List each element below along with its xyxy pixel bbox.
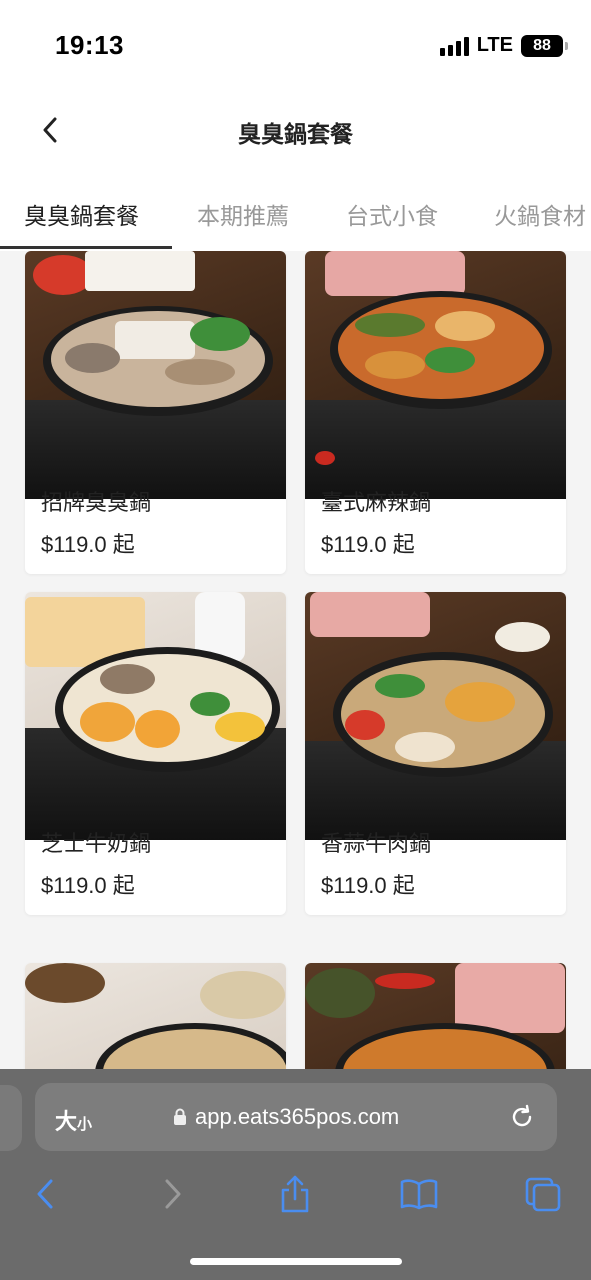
product-name: 芝士牛奶鍋 [41,831,152,856]
product-name: 香蒜牛肉鍋 [321,831,432,856]
browser-toolbar: 大小 app.eats365pos.com [0,1069,591,1280]
product-card[interactable]: 香蒜牛肉鍋 $119.0 起 [305,592,566,915]
reload-icon[interactable] [507,1102,537,1132]
status-time: 19:13 [55,30,124,60]
text-size-button[interactable]: 大小 [55,1104,92,1136]
browser-back-icon [37,1179,53,1209]
tabs-button[interactable] [518,1169,568,1219]
product-grid: 招牌臭臭鍋 $119.0 起 臺式麻辣鍋 $119.0 起 芝士牛奶鍋 $119… [0,251,591,1069]
tab-taiwanese-snacks[interactable]: 台式小食 [346,197,438,231]
product-price: $119.0 起 [321,532,415,557]
address-bar[interactable]: 大小 app.eats365pos.com [35,1083,557,1151]
product-card[interactable] [25,963,286,1069]
product-card[interactable] [305,963,566,1069]
product-image [25,251,286,499]
product-price: $119.0 起 [41,873,135,898]
product-price: $119.0 起 [321,873,415,898]
battery-level: 88 [533,36,551,54]
lock-icon [174,1108,186,1125]
previous-tab-preview[interactable] [0,1085,22,1151]
url-text: app.eats365pos.com [195,1104,400,1129]
product-image [305,251,566,499]
network-type: LTE [476,34,513,56]
product-image [305,963,566,1069]
tab-recommended[interactable]: 本期推薦 [197,197,289,231]
share-icon [281,1175,309,1213]
page-title: 臭臭鍋套餐 [238,121,353,147]
bookmarks-button[interactable] [394,1169,444,1219]
category-tabs: 臭臭鍋套餐 本期推薦 台式小食 火鍋食材 [0,185,591,251]
status-bar: 19:13 LTE 88 [0,0,591,90]
product-price: $119.0 起 [41,532,135,557]
browser-nav [0,1169,591,1219]
battery-icon: 88 [521,34,568,57]
status-indicators: LTE 88 [439,34,568,57]
page-header: 臭臭鍋套餐 [0,100,591,160]
signal-icon [439,36,469,56]
tabs-icon [525,1177,561,1212]
browser-forward-button[interactable] [148,1169,198,1219]
tab-hotpot-ingredients[interactable]: 火鍋食材 [494,197,586,231]
product-image [305,592,566,840]
browser-back-button[interactable] [20,1169,70,1219]
product-image [25,963,286,1069]
share-button[interactable] [270,1169,320,1219]
active-tab-indicator [0,246,172,249]
product-name: 臺式麻辣鍋 [321,490,432,515]
product-image [25,592,286,840]
browser-forward-icon [165,1179,181,1209]
product-card[interactable]: 招牌臭臭鍋 $119.0 起 [25,251,286,574]
tab-stinky-pot-set[interactable]: 臭臭鍋套餐 [24,197,139,231]
home-indicator [190,1258,402,1265]
bookmarks-icon [400,1179,438,1210]
product-card[interactable]: 臺式麻辣鍋 $119.0 起 [305,251,566,574]
product-card[interactable]: 芝士牛奶鍋 $119.0 起 [25,592,286,915]
product-name: 招牌臭臭鍋 [41,490,152,515]
